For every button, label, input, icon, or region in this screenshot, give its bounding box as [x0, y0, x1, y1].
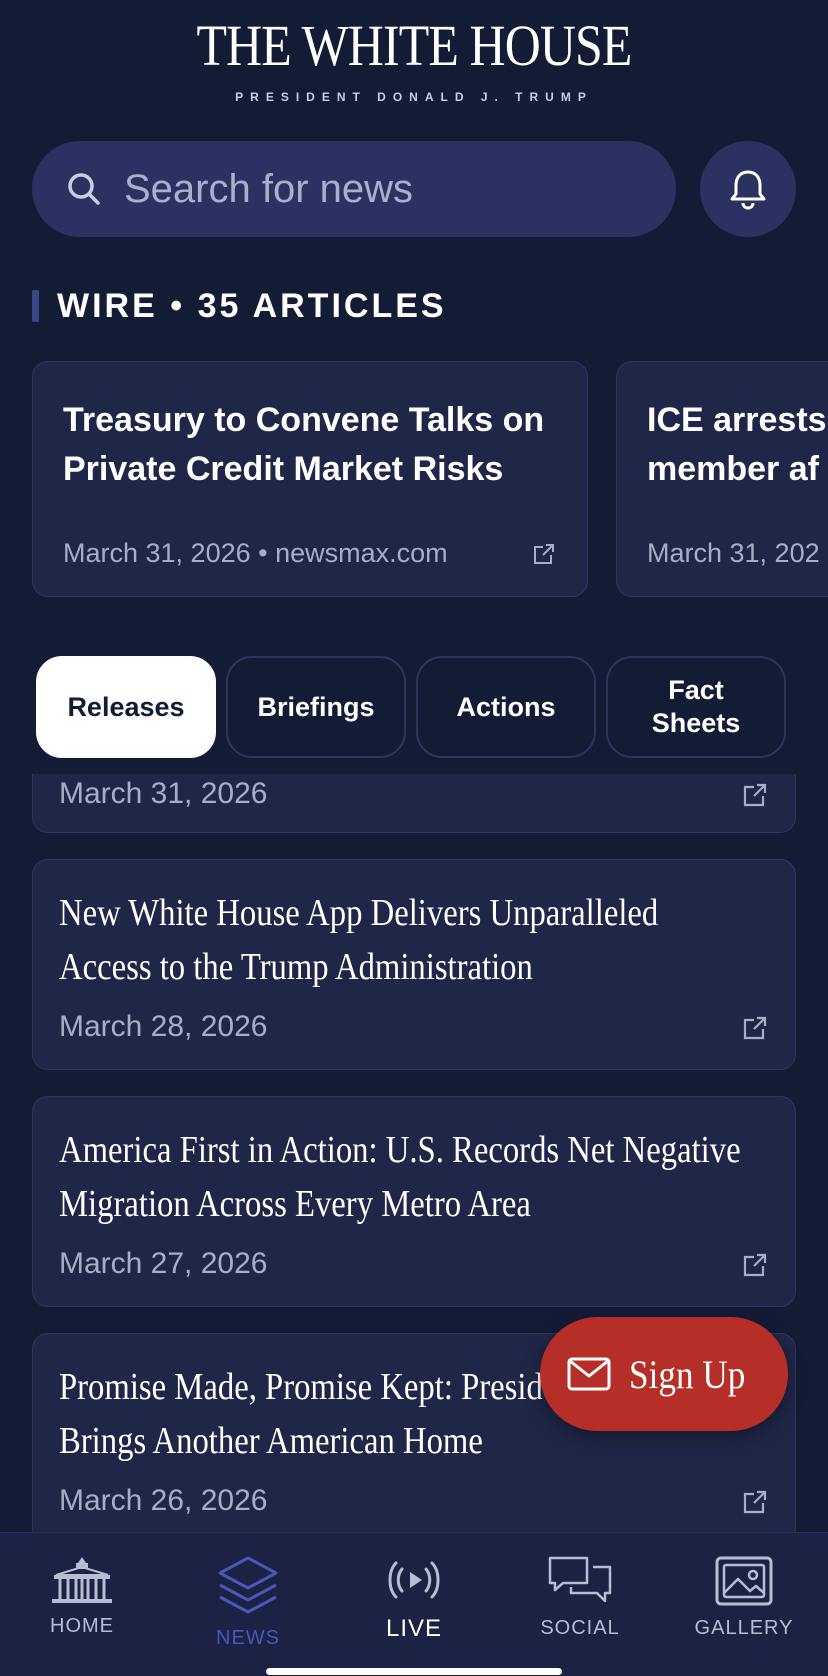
- gallery-icon: [715, 1556, 773, 1606]
- signup-label: Sign Up: [628, 1351, 746, 1397]
- release-date: March 28, 2026: [59, 1010, 268, 1043]
- nav-label: HOME: [50, 1615, 114, 1637]
- nav-gallery[interactable]: GALLERY: [674, 1555, 814, 1640]
- search-icon: [68, 173, 100, 205]
- nav-live[interactable]: LIVE: [344, 1555, 484, 1643]
- wire-title: WIRE • 35 ARTICLES: [57, 286, 447, 325]
- release-date: March 31, 2026: [59, 777, 268, 810]
- wire-section-header: WIRE • 35 ARTICLES: [32, 286, 447, 326]
- signup-button[interactable]: Sign Up: [540, 1317, 788, 1431]
- release-card[interactable]: March 31, 2026: [32, 774, 796, 833]
- bottom-navigation: HOME NEWS LIVE SOCIAL GALLERY: [0, 1532, 828, 1676]
- release-title-line: Access to the Trump Administration: [59, 946, 533, 988]
- wire-card[interactable]: ICE arrests member af March 31, 202: [616, 361, 828, 597]
- wire-card-meta: March 31, 202: [647, 538, 820, 568]
- nav-news[interactable]: NEWS: [178, 1555, 318, 1650]
- nav-label: LIVE: [385, 1615, 443, 1642]
- app-header: THE WHITE HOUSE PRESIDENT DONALD J. TRUM…: [0, 0, 828, 130]
- live-broadcast-icon: [388, 1561, 440, 1599]
- nav-label: NEWS: [216, 1627, 280, 1649]
- nav-social[interactable]: SOCIAL: [510, 1555, 650, 1640]
- wire-card-title-line: Treasury to Convene Talks on: [63, 401, 545, 439]
- notifications-button[interactable]: [700, 141, 796, 237]
- nav-label: GALLERY: [694, 1617, 794, 1639]
- chat-bubbles-icon: [548, 1556, 612, 1603]
- wire-card-title-line: member af: [647, 450, 819, 488]
- search-input[interactable]: [122, 165, 676, 213]
- external-link-icon[interactable]: [741, 781, 769, 809]
- nav-home[interactable]: HOME: [12, 1555, 152, 1638]
- wire-card-title-line: Private Credit Market Risks: [63, 450, 504, 488]
- tab-fact-sheets[interactable]: Fact Sheets: [606, 656, 786, 758]
- wire-card[interactable]: Treasury to Convene Talks on Private Cre…: [32, 361, 588, 597]
- release-card[interactable]: New White House App Delivers Unparallele…: [32, 859, 796, 1070]
- release-card[interactable]: America First in Action: U.S. Records Ne…: [32, 1096, 796, 1307]
- home-indicator: [266, 1668, 562, 1675]
- category-tabs: Releases Briefings Actions Fact Sheets: [36, 656, 786, 758]
- logo-title: THE WHITE HOUSE: [196, 13, 632, 78]
- envelope-icon: [567, 1357, 611, 1391]
- wire-card-meta: March 31, 2026 • newsmax.com: [63, 538, 448, 568]
- external-link-icon[interactable]: [741, 1251, 769, 1279]
- tab-actions[interactable]: Actions: [416, 656, 596, 758]
- logo-subtitle: PRESIDENT DONALD J. TRUMP: [235, 90, 593, 104]
- release-title-line: America First in Action: U.S. Records Ne…: [59, 1129, 741, 1171]
- section-accent-bar: [32, 290, 39, 322]
- release-title-line: New White House App Delivers Unparallele…: [59, 892, 659, 934]
- layers-icon: [218, 1556, 278, 1614]
- external-link-icon[interactable]: [741, 1014, 769, 1042]
- white-house-icon: [52, 1557, 112, 1603]
- search-bar[interactable]: [32, 141, 676, 237]
- wire-card-title-line: ICE arrests: [647, 401, 827, 439]
- nav-label: SOCIAL: [540, 1617, 620, 1639]
- release-title-line: Migration Across Every Metro Area: [59, 1183, 531, 1225]
- tab-briefings[interactable]: Briefings: [226, 656, 406, 758]
- release-date: March 27, 2026: [59, 1247, 268, 1280]
- external-link-icon[interactable]: [741, 1488, 769, 1516]
- release-date: March 26, 2026: [59, 1484, 268, 1517]
- bell-icon: [730, 170, 766, 210]
- tab-releases[interactable]: Releases: [36, 656, 216, 758]
- external-link-icon[interactable]: [531, 541, 557, 567]
